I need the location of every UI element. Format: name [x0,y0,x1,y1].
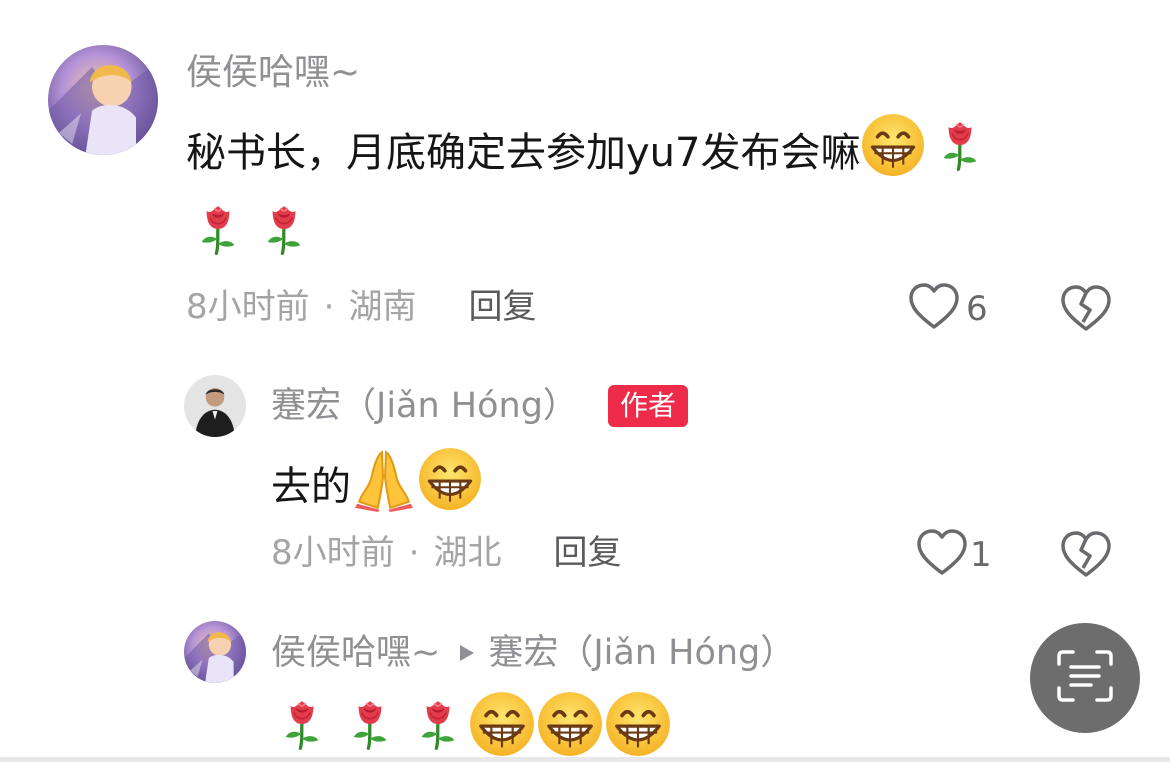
grin-emoji [536,690,604,762]
scan-text-icon [1055,648,1115,708]
comment-text: 秘书长，月底确定去参加yu7发布会嘛 [186,130,861,176]
broken-heart-icon [1060,531,1112,584]
rose-emoji [344,691,396,761]
dislike-button[interactable] [1060,284,1112,338]
like-count: 1 [970,535,992,575]
broken-heart-icon [1060,285,1112,338]
reply-button[interactable]: 回复 [553,530,621,576]
reply-text: 去的 [271,464,351,510]
avatar[interactable] [184,375,246,437]
author-badge: 作者 [607,385,688,427]
meta-separator: · [323,287,335,327]
reply-button[interactable]: 回复 [468,284,536,330]
comment-location: 湖南 [348,287,417,327]
grin-emoji [604,690,672,762]
rose-emoji [258,196,310,266]
reply-meta: 8小时前 · 湖北 回复 [271,530,621,576]
comment-emoji-line [192,196,310,262]
reply-location: 湖北 [433,533,502,573]
reply-target-username[interactable]: 蹇宏（Jiǎn Hóng） [488,630,795,676]
grin-emoji [417,446,483,532]
grin-emoji [468,690,536,762]
comment-username[interactable]: 侯侯哈嘿~ [186,50,360,96]
reply-username[interactable]: 蹇宏（Jiǎn Hóng） [271,383,578,429]
meta-separator: · [408,533,420,573]
heart-icon [908,282,960,336]
reply-header: 侯侯哈嘿~ 蹇宏（Jiǎn Hóng） [271,630,795,676]
comment-text-line: 秘书长，月底确定去参加yu7发布会嘛 [186,112,986,198]
like-button[interactable]: 6 [908,282,988,336]
dislike-button[interactable] [1060,530,1112,584]
like-count: 6 [966,289,988,329]
reply-arrow-icon [458,643,476,663]
pray-emoji [351,446,417,532]
bottom-divider [0,757,1170,762]
grin-emoji [860,112,926,198]
reply-time: 8小时前 [271,533,395,573]
avatar[interactable] [184,621,246,683]
comment-meta: 8小时前 · 湖南 回复 [186,284,536,330]
reply-emoji-line [276,690,672,756]
reply-header: 蹇宏（Jiǎn Hóng） 作者 [271,383,688,429]
like-button[interactable]: 1 [916,528,992,582]
reply-text-line: 去的 [271,446,483,532]
rose-emoji [192,196,244,266]
comment-time: 8小时前 [186,287,310,327]
scan-text-button[interactable] [1030,623,1140,733]
rose-emoji [412,691,464,761]
rose-emoji [276,691,328,761]
heart-icon [916,528,968,582]
reply-username[interactable]: 侯侯哈嘿~ [271,630,440,676]
avatar[interactable] [48,45,158,155]
rose-emoji [934,112,986,198]
